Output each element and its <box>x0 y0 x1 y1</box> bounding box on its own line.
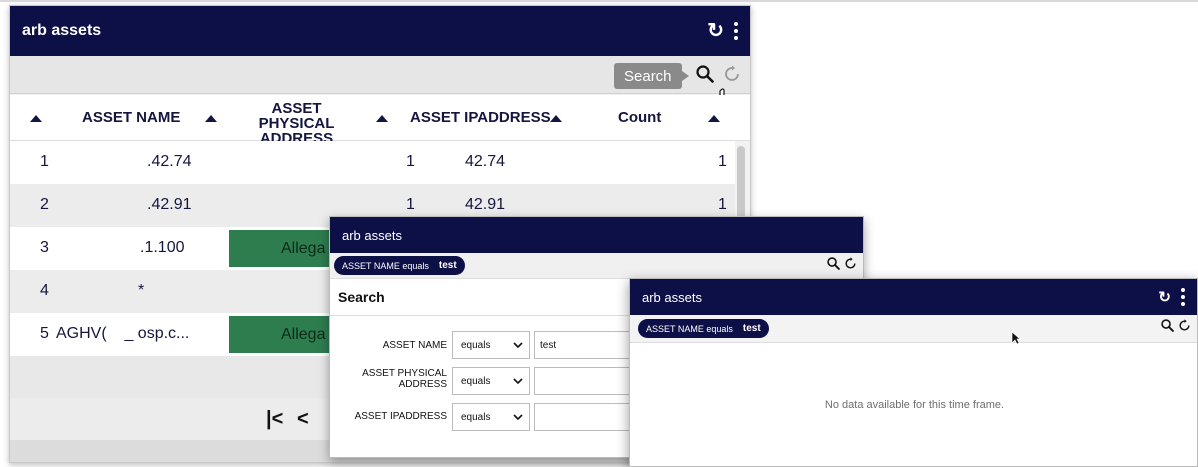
reset-icon[interactable] <box>723 65 741 88</box>
filter-bar: ASSET NAME equals test <box>630 315 1197 343</box>
column-header-count[interactable]: Count <box>618 110 661 125</box>
filter-chip[interactable]: ASSET NAME equals test <box>334 256 465 275</box>
search-icon[interactable] <box>827 257 840 275</box>
panel-titlebar: arb assets <box>330 217 863 253</box>
asset-name-cell: AGHV( _ osp.c... <box>56 325 190 342</box>
column-header-asset-physical-address[interactable]: ASSET PHYSICAL ADDRESS <box>234 101 359 146</box>
sort-up-icon[interactable] <box>550 115 562 122</box>
refresh-icon[interactable]: ↻ <box>707 21 724 41</box>
row-number: 4 <box>40 282 49 299</box>
filter-bar: ASSET NAME equals test <box>330 253 863 279</box>
kebab-menu-icon[interactable] <box>734 22 738 40</box>
empty-state-message: No data available for this time frame. <box>824 399 1005 411</box>
operator-select-asset-physical-address[interactable]: equals <box>452 367 530 395</box>
top-divider <box>0 0 1198 2</box>
asset-name-cell: * <box>138 282 145 299</box>
asset-name-cell: .1.100 <box>140 239 185 256</box>
operator-value: equals <box>461 375 491 387</box>
count-cell: 1 <box>718 153 727 170</box>
row-number: 2 <box>40 196 49 213</box>
column-header-asset-ipaddress[interactable]: ASSET IPADDRESS <box>410 110 551 125</box>
column-header-asset-name[interactable]: ASSET NAME <box>82 110 180 125</box>
ip-cell: 42.74 <box>465 153 506 170</box>
field-label-asset-ipaddress: ASSET IPADDRESS <box>354 411 447 422</box>
asset-name-cell: .42.91 <box>147 196 192 213</box>
panel-title: arb assets <box>22 22 102 39</box>
operator-select-asset-ipaddress[interactable]: equals <box>452 403 530 431</box>
physical-address-cell: Allega <box>229 316 329 353</box>
dropdown-caret-icon <box>513 340 523 353</box>
filter-chip-value: test <box>742 323 761 334</box>
sort-up-icon[interactable] <box>376 115 388 122</box>
field-label-asset-name: ASSET NAME <box>382 340 447 351</box>
sort-up-icon[interactable] <box>708 115 720 122</box>
first-page-button[interactable]: |< <box>266 408 283 431</box>
sort-up-icon[interactable] <box>30 115 42 122</box>
panel-titlebar: arb assets ↻ <box>630 279 1197 315</box>
sort-up-icon[interactable] <box>205 115 217 122</box>
pointer-cursor-icon <box>1011 331 1021 350</box>
operator-select-asset-name[interactable]: equals <box>452 331 530 359</box>
refresh-icon[interactable]: ↻ <box>1158 290 1171 305</box>
operator-value: equals <box>461 411 491 423</box>
panel-toolbar: Search <box>10 56 750 114</box>
panel-title: arb assets <box>342 227 402 243</box>
dropdown-caret-icon <box>513 412 523 425</box>
operator-value: equals <box>461 339 491 351</box>
table-row[interactable]: 1 .42.74 1 42.74 1 <box>10 141 735 184</box>
search-tooltip: Search <box>614 63 689 89</box>
panel-titlebar: arb assets ↻ <box>10 6 750 56</box>
filter-chip[interactable]: ASSET NAME equals test <box>638 319 769 338</box>
asset-name-cell: .42.74 <box>147 153 192 170</box>
field-label-asset-physical-address: ASSET PHYSICAL ADDRESS <box>362 368 447 390</box>
search-heading: Search <box>338 289 385 305</box>
ip-prefix-cell: 1 <box>406 196 415 213</box>
filter-chip-label: ASSET NAME equals <box>646 323 733 334</box>
row-number: 1 <box>40 153 49 170</box>
reset-icon[interactable] <box>1178 319 1191 337</box>
count-cell: 1 <box>718 196 727 213</box>
row-number: 5 <box>40 325 49 342</box>
dropdown-caret-icon <box>513 376 523 389</box>
ip-cell: 42.91 <box>465 196 506 213</box>
ip-prefix-cell: 1 <box>406 153 415 170</box>
search-icon[interactable] <box>696 65 714 88</box>
results-panel: arb assets ↻ ASSET NAME equals test No d… <box>629 278 1198 467</box>
search-icon[interactable] <box>1161 319 1174 337</box>
table-header: ASSET NAME ASSET PHYSICAL ADDRESS ASSET … <box>10 95 750 146</box>
filter-chip-label: ASSET NAME equals <box>342 260 429 271</box>
row-number: 3 <box>40 239 49 256</box>
physical-address-cell: Allega <box>229 230 329 267</box>
filter-chip-value: test <box>438 260 457 271</box>
reset-icon[interactable] <box>844 257 857 275</box>
previous-page-button[interactable]: < <box>297 408 309 431</box>
kebab-menu-icon[interactable] <box>1181 288 1185 306</box>
panel-title: arb assets <box>642 289 702 305</box>
